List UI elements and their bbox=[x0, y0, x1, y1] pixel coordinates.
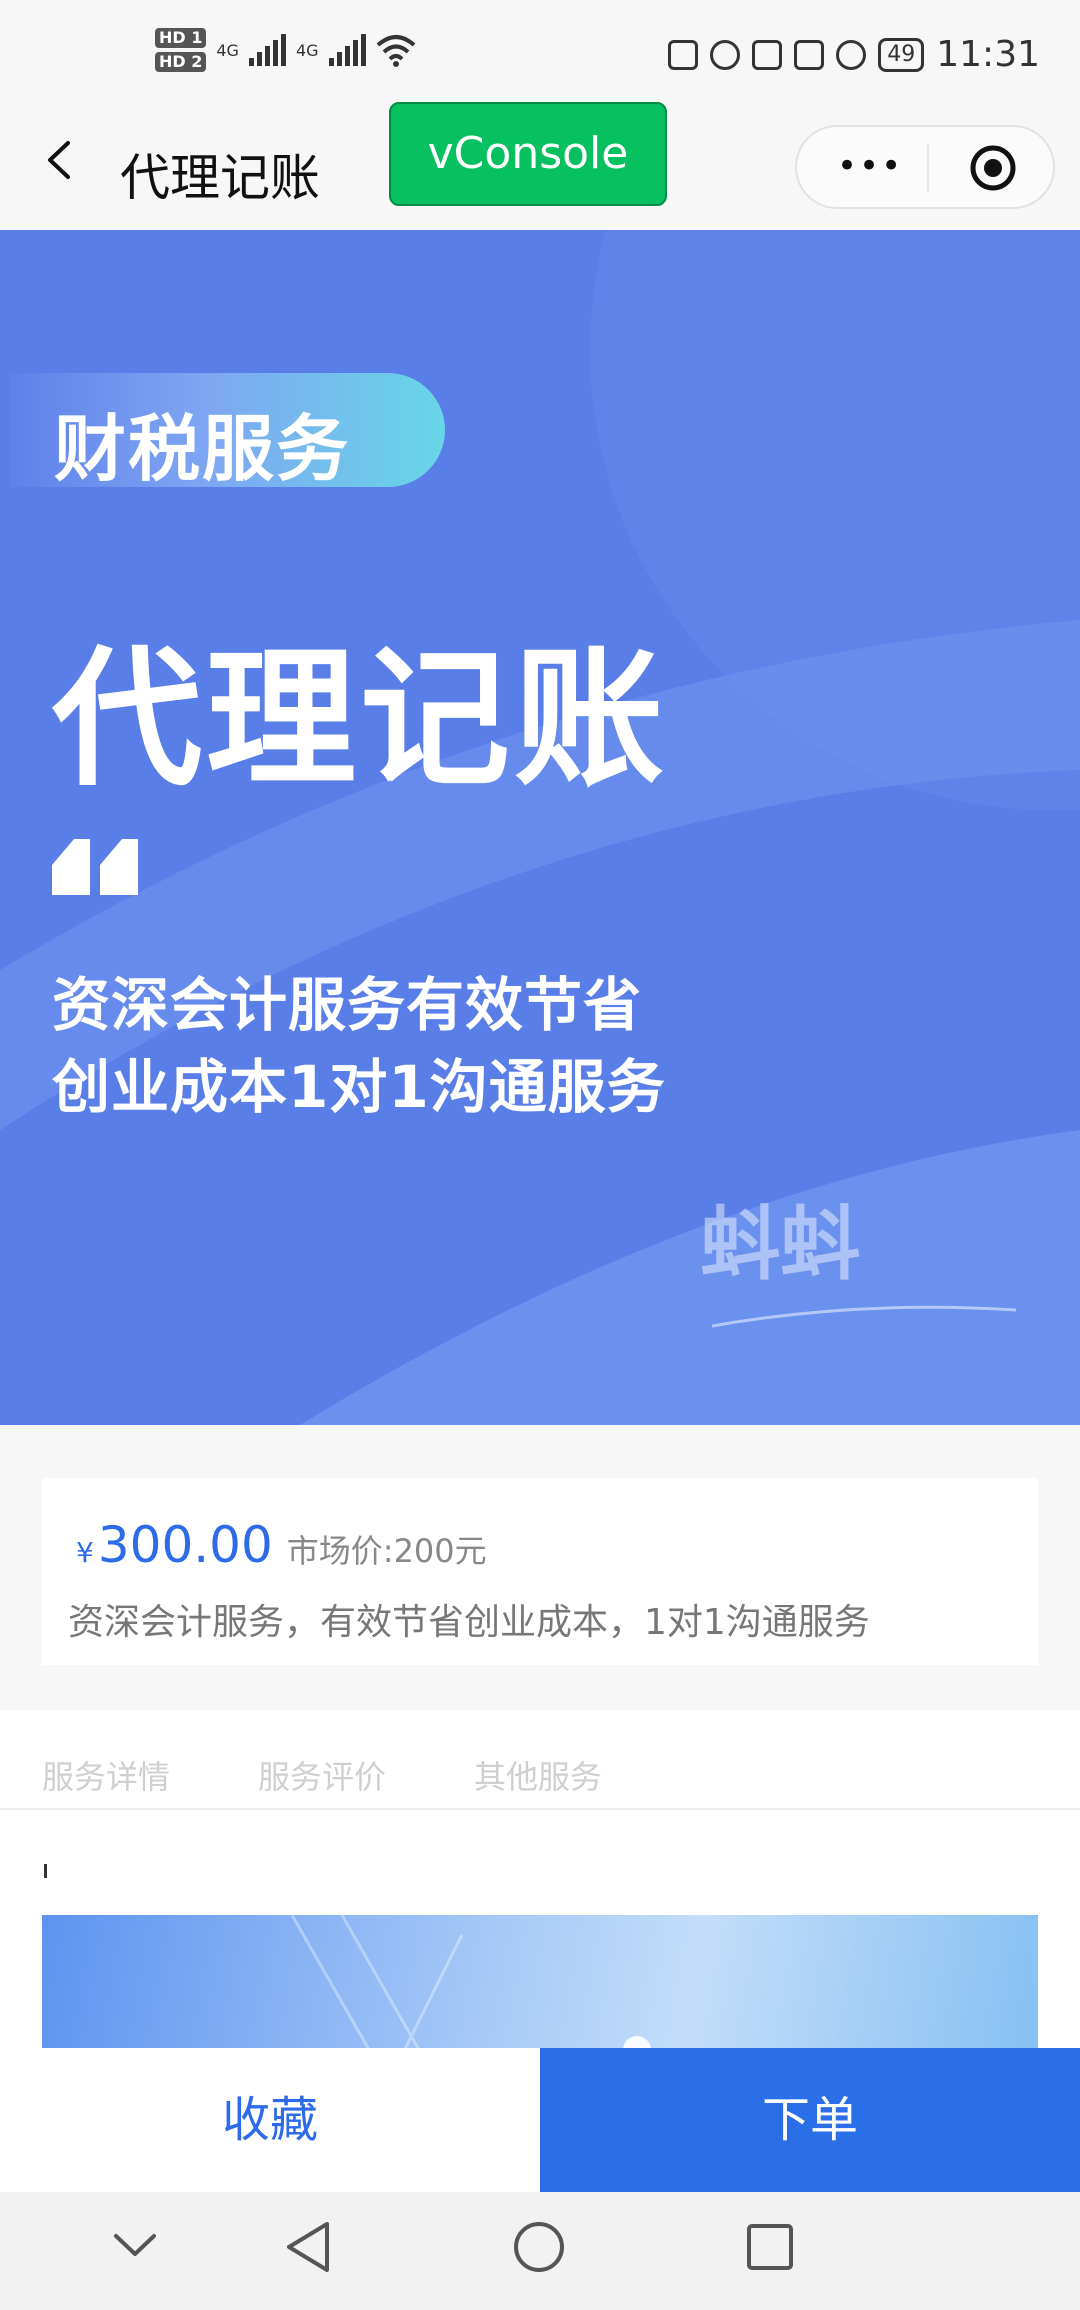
home-circle-icon[interactable] bbox=[512, 2220, 566, 2274]
capsule-divider bbox=[927, 145, 929, 191]
detail-image bbox=[42, 1915, 1038, 2055]
sim2-badge: HD 2 bbox=[155, 52, 207, 72]
network1-label: 4G bbox=[216, 40, 239, 60]
close-target-icon[interactable] bbox=[969, 144, 1017, 192]
time-label: 11:31 bbox=[936, 34, 1040, 75]
network2-label: 4G bbox=[295, 40, 319, 60]
signal-icon-2 bbox=[328, 34, 366, 66]
navigation-bar: 代理记账 vConsole ••• bbox=[0, 90, 1080, 230]
category-tag: 财税服务 bbox=[54, 407, 351, 491]
system-navigation-bar bbox=[0, 2192, 1080, 2310]
signal-icon bbox=[248, 34, 286, 66]
favorite-button[interactable]: 收藏 bbox=[0, 2048, 540, 2192]
nfc-icon bbox=[668, 39, 699, 70]
recents-square-icon[interactable] bbox=[745, 2222, 795, 2272]
alarm-icon bbox=[710, 39, 741, 70]
status-icons: 49 11:31 bbox=[668, 34, 1040, 75]
battery-icon: 49 bbox=[878, 37, 925, 72]
order-button[interactable]: 下单 bbox=[540, 2048, 1080, 2192]
brand-watermark: 蚪蚪 bbox=[700, 1198, 860, 1291]
back-triangle-icon[interactable] bbox=[283, 2220, 333, 2274]
collapse-icon[interactable] bbox=[112, 2230, 158, 2260]
vibrate-icon bbox=[794, 39, 825, 70]
page-title: 代理记账 bbox=[120, 149, 320, 207]
tab-service-reviews[interactable]: 服务评价 bbox=[258, 1752, 386, 1798]
bluetooth-icon bbox=[752, 39, 783, 70]
miniprogram-capsule: ••• bbox=[795, 125, 1055, 209]
product-description: 资深会计服务，有效节省创业成本，1对1沟通服务 bbox=[68, 1602, 870, 1643]
banner-subline-1: 资深会计服务有效节省 bbox=[52, 971, 643, 1039]
price-card: ¥ 300.00 市场价:200元 资深会计服务，有效节省创业成本，1对1沟通服… bbox=[42, 1478, 1038, 1665]
detail-image-pattern bbox=[290, 1915, 651, 2055]
bottom-action-bar: 收藏 下单 bbox=[0, 2048, 1080, 2192]
market-price: 市场价:200元 bbox=[286, 1532, 487, 1570]
quote-icon bbox=[52, 839, 138, 895]
more-icon[interactable]: ••• bbox=[837, 149, 903, 183]
back-arrow-icon[interactable] bbox=[40, 140, 80, 180]
detail-content bbox=[0, 1810, 1080, 2055]
price-row: ¥ 300.00 市场价:200元 bbox=[76, 1516, 487, 1574]
text-cursor bbox=[44, 1864, 47, 1878]
watermark-swoosh bbox=[711, 1305, 1017, 1328]
price-value: 300.00 bbox=[97, 1516, 273, 1574]
sim1-badge: HD 1 bbox=[155, 28, 207, 48]
banner-title: 代理记账 bbox=[52, 633, 669, 807]
tab-other-services[interactable]: 其他服务 bbox=[474, 1752, 602, 1798]
sim-badges: HD 1 HD 2 bbox=[155, 28, 207, 72]
speed-icon bbox=[836, 39, 867, 70]
wifi-icon bbox=[376, 35, 415, 67]
product-banner: 财税服务 代理记账 资深会计服务有效节省 创业成本1对1沟通服务 蚪蚪 bbox=[0, 230, 1080, 1425]
banner-subline-2: 创业成本1对1沟通服务 bbox=[52, 1053, 666, 1121]
currency-symbol: ¥ bbox=[76, 1536, 94, 1569]
signal-group: HD 1 HD 2 4G 4G bbox=[155, 28, 416, 72]
detail-tabs: 服务详情 服务评价 其他服务 bbox=[0, 1710, 1080, 1810]
tab-service-details[interactable]: 服务详情 bbox=[42, 1752, 170, 1798]
vconsole-button[interactable]: vConsole bbox=[389, 102, 667, 206]
